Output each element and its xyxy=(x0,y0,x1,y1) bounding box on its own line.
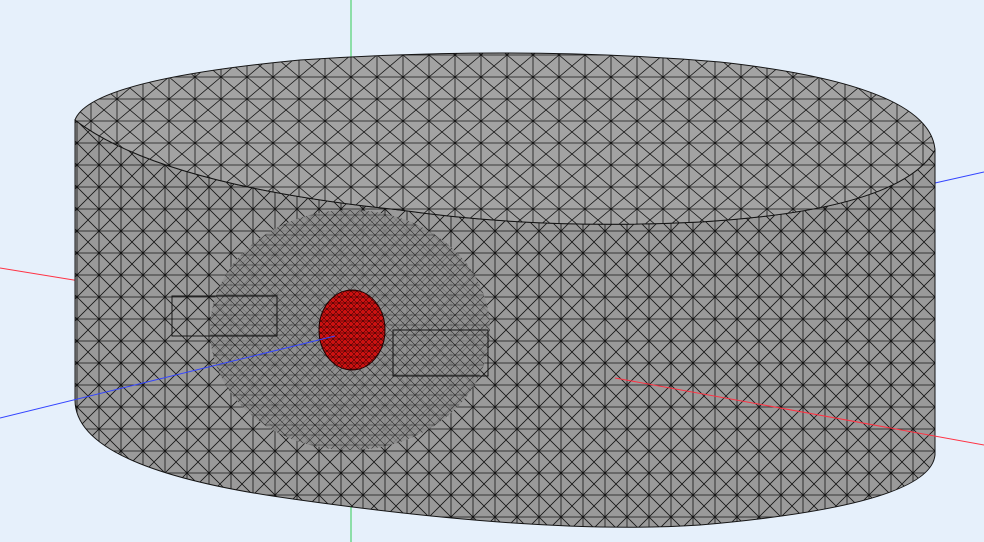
red-sphere-inclusion[interactable] xyxy=(318,289,386,371)
3d-viewport[interactable] xyxy=(0,0,984,542)
mesh-scene[interactable] xyxy=(0,0,984,542)
